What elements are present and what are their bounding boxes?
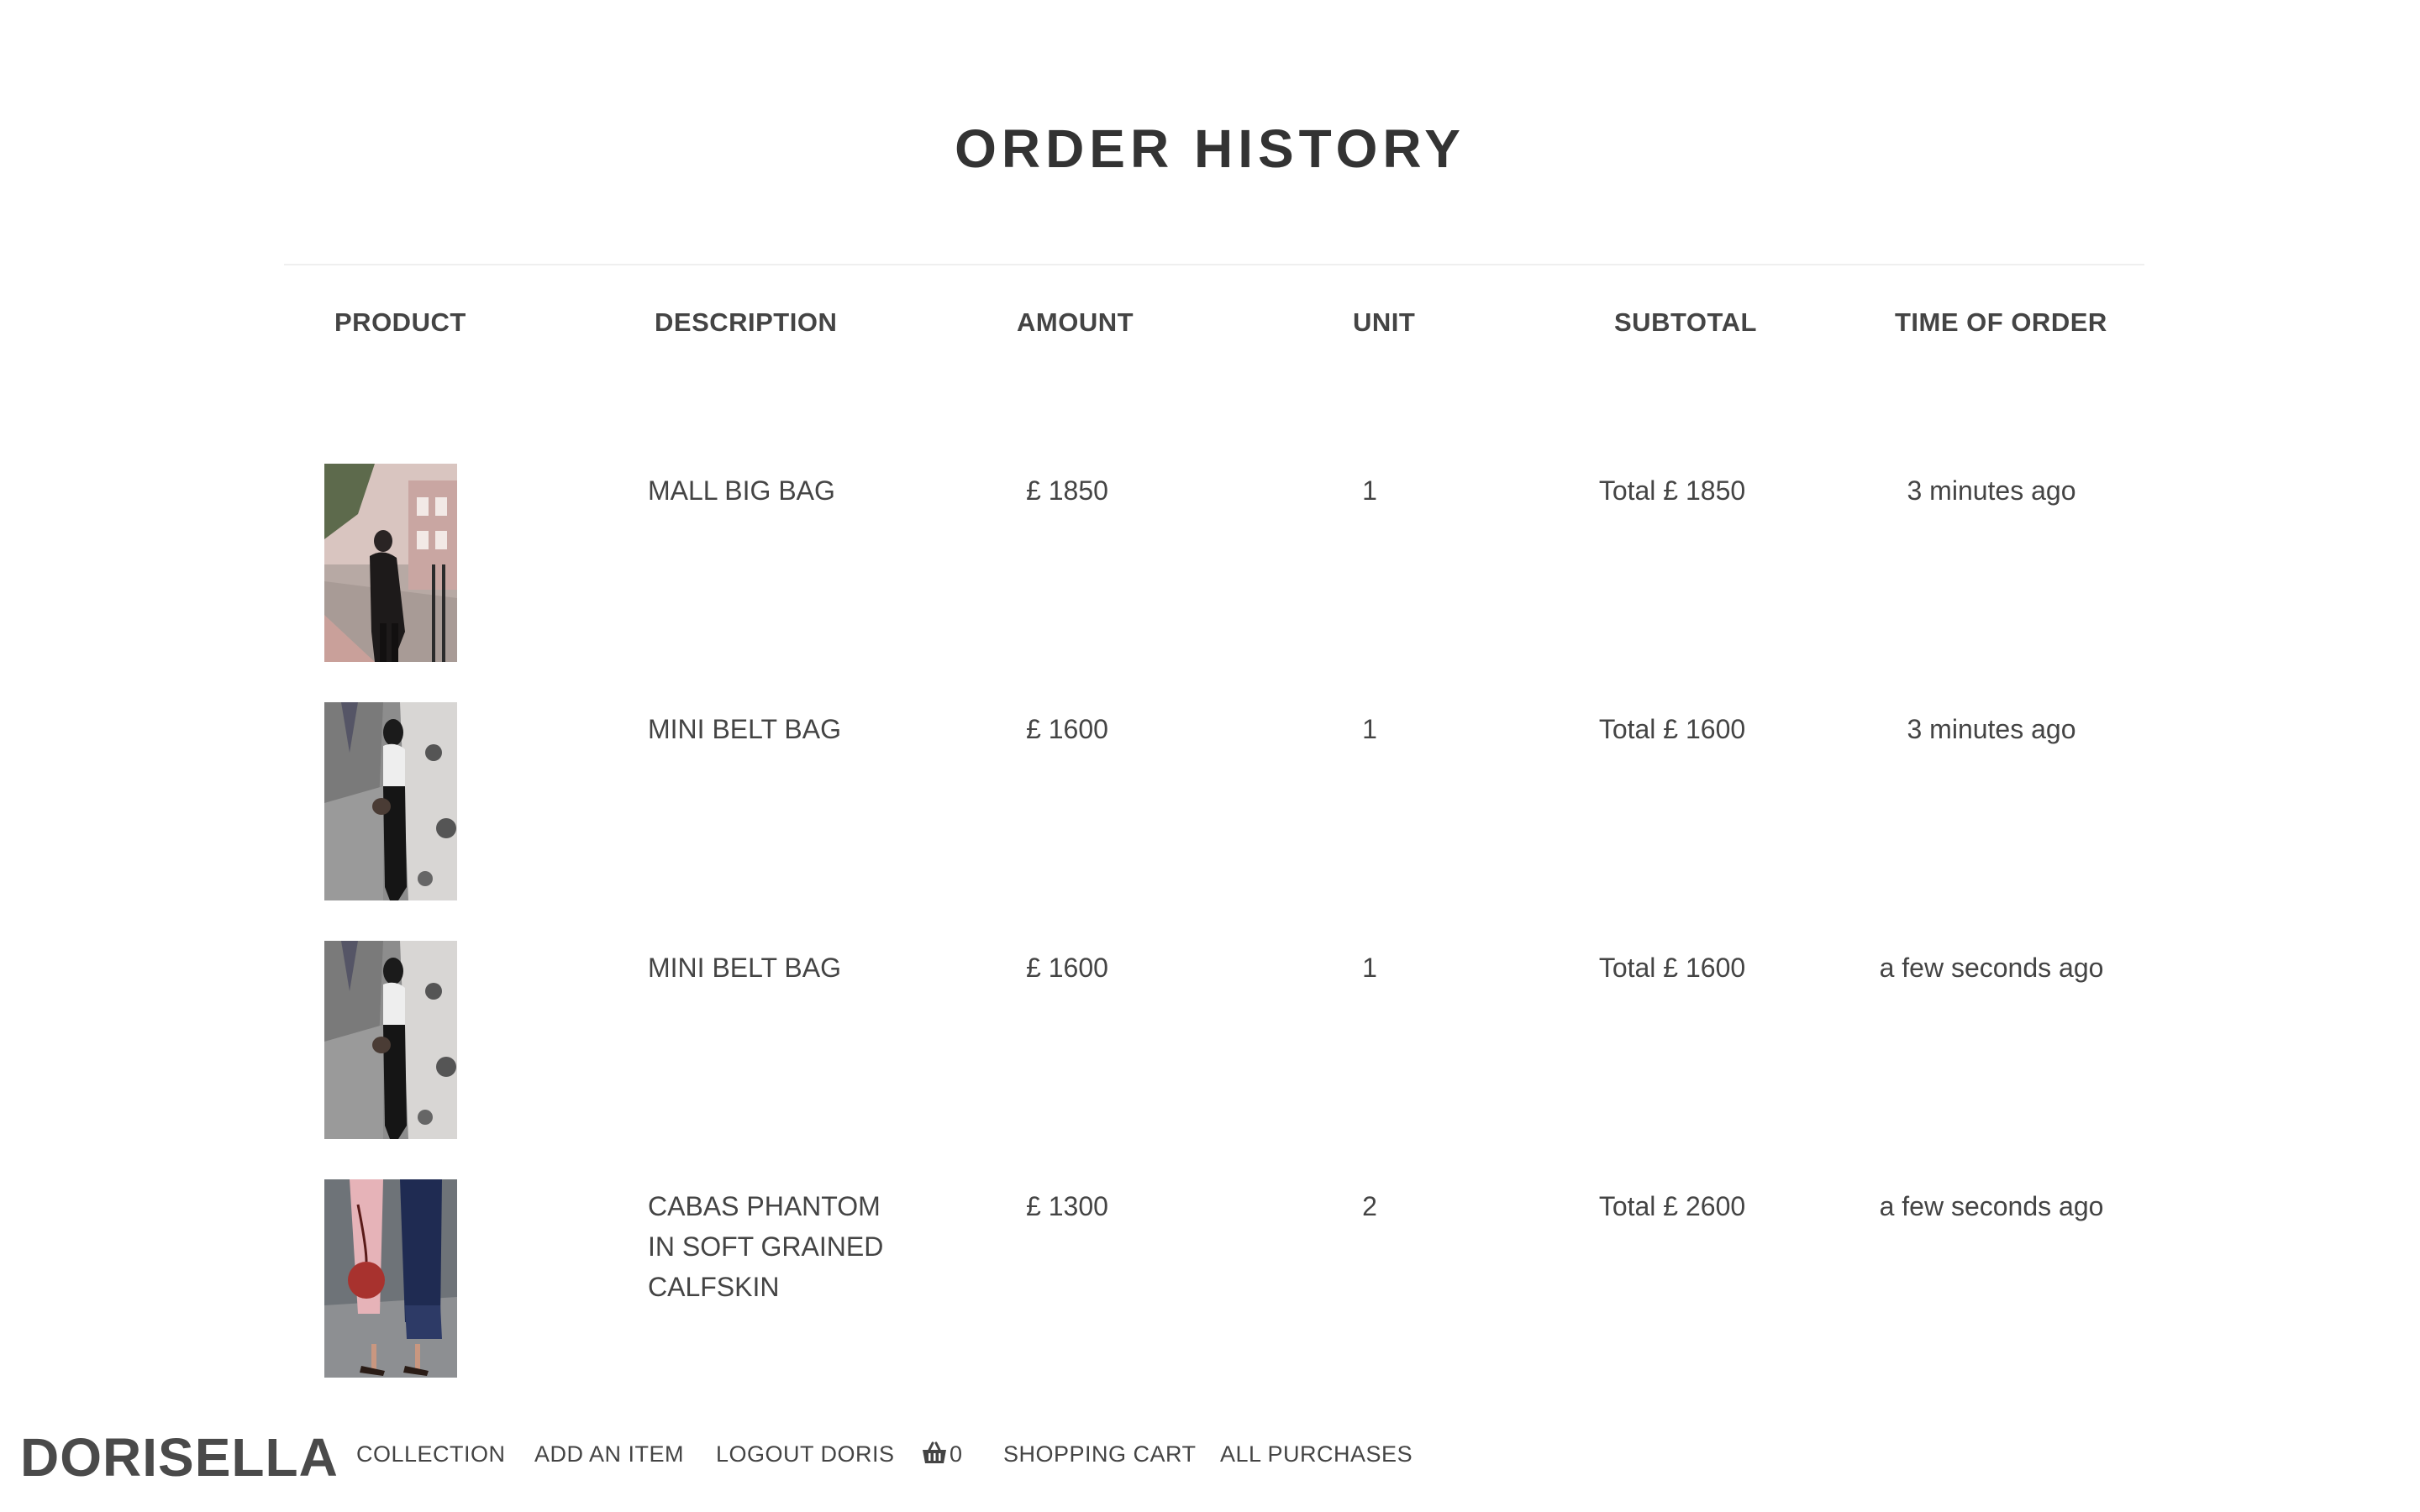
row-amount: £ 1600 <box>1026 953 1108 983</box>
row-time-of-order: 3 minutes ago <box>1907 475 2076 506</box>
order-history-page: ORDER HISTORY PRODUCT DESCRIPTION AMOUNT… <box>0 0 2420 1512</box>
row-subtotal: Total £ 1850 <box>1598 475 1746 506</box>
brand-logo[interactable]: DORISELLA <box>20 1426 339 1488</box>
table-row: MALL BIG BAG £ 1850 1 Total £ 1850 3 min… <box>0 464 2420 702</box>
header-time-of-order: TIME OF ORDER <box>1895 307 2107 337</box>
row-subtotal: Total £ 1600 <box>1598 953 1746 983</box>
row-time-of-order: 3 minutes ago <box>1907 714 2076 744</box>
header-amount: AMOUNT <box>1017 307 1134 337</box>
row-unit: 1 <box>1362 714 1377 744</box>
cart-count[interactable]: 0 <box>950 1441 962 1467</box>
product-image-woman-street-wall[interactable] <box>324 702 457 900</box>
header-description: DESCRIPTION <box>655 307 838 337</box>
row-unit: 1 <box>1362 953 1377 983</box>
nav-logout-link[interactable]: LOGOUT DORIS <box>716 1441 895 1467</box>
product-image-woman-black-coat[interactable] <box>324 464 457 662</box>
table-row: MINI BELT BAG £ 1600 1 Total £ 1600 3 mi… <box>0 702 2420 941</box>
basket-icon[interactable] <box>921 1440 948 1467</box>
row-description: MINI BELT BAG <box>648 714 841 744</box>
row-time-of-order: a few seconds ago <box>1879 1191 2104 1221</box>
row-description: MALL BIG BAG <box>648 475 835 506</box>
woman-black-coat-photo-icon <box>324 464 457 662</box>
bottom-navbar: DORISELLA COLLECTION ADD AN ITEM LOGOUT … <box>0 1420 2420 1512</box>
row-amount: £ 1600 <box>1026 714 1108 744</box>
row-unit: 2 <box>1362 1191 1377 1221</box>
row-time-of-order: a few seconds ago <box>1879 953 2104 983</box>
row-amount: £ 1300 <box>1026 1191 1108 1221</box>
nav-add-item-link[interactable]: ADD AN ITEM <box>534 1441 684 1467</box>
row-unit: 1 <box>1362 475 1377 506</box>
product-image-red-round-bag[interactable] <box>324 1179 457 1378</box>
row-description: CABAS PHANTOM IN SOFT GRAINED CALFSKIN <box>648 1191 884 1302</box>
row-subtotal: Total £ 2600 <box>1598 1191 1746 1221</box>
nav-all-purchases-link[interactable]: ALL PURCHASES <box>1220 1441 1413 1467</box>
row-amount: £ 1850 <box>1026 475 1108 506</box>
red-round-bag-photo-icon <box>324 1179 457 1378</box>
header-divider <box>284 264 2144 265</box>
header-unit: UNIT <box>1353 307 1416 337</box>
nav-shopping-cart-link[interactable]: SHOPPING CART <box>1003 1441 1197 1467</box>
table-row: CABAS PHANTOM IN SOFT GRAINED CALFSKIN £… <box>0 1179 2420 1418</box>
header-subtotal: SUBTOTAL <box>1614 307 1757 337</box>
row-subtotal: Total £ 1600 <box>1598 714 1746 744</box>
header-product: PRODUCT <box>334 307 466 337</box>
woman-street-wall-photo-icon <box>324 941 457 1139</box>
page-title: ORDER HISTORY <box>955 118 1465 179</box>
table-row: MINI BELT BAG £ 1600 1 Total £ 1600 a fe… <box>0 941 2420 1179</box>
row-description: MINI BELT BAG <box>648 953 841 983</box>
woman-street-wall-photo-icon <box>324 702 457 900</box>
product-image-woman-street-wall[interactable] <box>324 941 457 1139</box>
nav-collection-link[interactable]: COLLECTION <box>356 1441 506 1467</box>
